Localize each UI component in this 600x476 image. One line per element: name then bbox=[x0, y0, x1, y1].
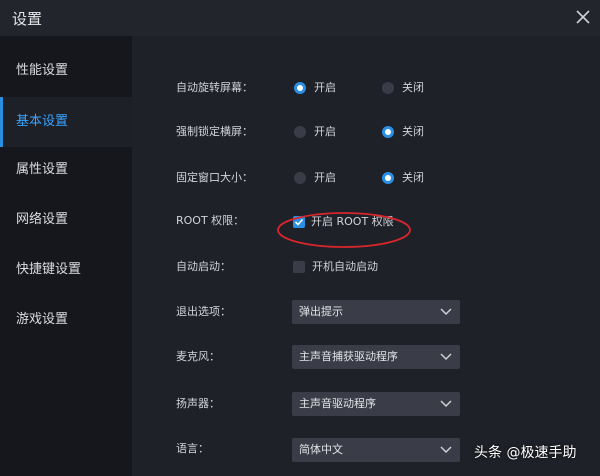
auto-rotate-off-radio[interactable] bbox=[382, 82, 394, 94]
fixed-window-on-label: 开启 bbox=[314, 171, 336, 184]
sidebar: 性能设置 基本设置 属性设置 网络设置 快捷键设置 游戏设置 bbox=[0, 36, 132, 476]
language-value: 简体中文 bbox=[299, 443, 343, 456]
auto-rotate-on-label: 开启 bbox=[314, 81, 336, 94]
chevron-down-icon bbox=[440, 400, 452, 408]
fixed-window-label: 固定窗口大小： bbox=[176, 171, 253, 184]
fixed-window-off-radio[interactable] bbox=[382, 172, 394, 184]
close-icon[interactable] bbox=[572, 6, 594, 28]
force-landscape-on-label: 开启 bbox=[314, 125, 336, 138]
sidebar-item-properties[interactable]: 属性设置 bbox=[0, 145, 132, 195]
exit-option-select[interactable]: 弹出提示 bbox=[292, 300, 460, 324]
exit-option-label: 退出选项： bbox=[176, 305, 231, 318]
title-bar: 设置 bbox=[0, 0, 600, 36]
sidebar-item-game[interactable]: 游戏设置 bbox=[0, 295, 132, 345]
speaker-value: 主声音驱动程序 bbox=[299, 397, 376, 410]
root-label: ROOT 权限： bbox=[176, 214, 245, 227]
auto-rotate-on-radio[interactable] bbox=[294, 82, 306, 94]
language-select[interactable]: 简体中文 bbox=[292, 438, 460, 462]
auto-rotate-off-label: 关闭 bbox=[402, 81, 424, 94]
sidebar-item-shortcuts[interactable]: 快捷键设置 bbox=[0, 245, 132, 295]
microphone-value: 主声音捕获驱动程序 bbox=[299, 350, 398, 363]
autostart-label: 自动启动： bbox=[176, 260, 231, 273]
microphone-label: 麦克风： bbox=[176, 350, 220, 363]
sidebar-item-performance[interactable]: 性能设置 bbox=[0, 46, 132, 96]
chevron-down-icon bbox=[440, 308, 452, 316]
watermark-text: 头条 @极速手助 bbox=[474, 445, 577, 461]
auto-rotate-label: 自动旋转屏幕： bbox=[176, 81, 253, 94]
fixed-window-off-label: 关闭 bbox=[402, 171, 424, 184]
window-title: 设置 bbox=[12, 10, 43, 28]
chevron-down-icon bbox=[440, 353, 452, 361]
autostart-checkbox-label: 开机自动启动 bbox=[312, 260, 378, 273]
sidebar-item-basic[interactable]: 基本设置 bbox=[0, 97, 132, 147]
sidebar-item-network[interactable]: 网络设置 bbox=[0, 195, 132, 245]
settings-panel: 自动旋转屏幕： 开启 关闭 强制锁定横屏： 开启 关闭 固定窗口大小： 开启 关… bbox=[132, 36, 600, 476]
highlight-ellipse bbox=[277, 212, 411, 248]
speaker-label: 扬声器： bbox=[176, 397, 220, 410]
chevron-down-icon bbox=[440, 446, 452, 454]
force-landscape-on-radio[interactable] bbox=[294, 126, 306, 138]
force-landscape-label: 强制锁定横屏： bbox=[176, 125, 253, 138]
force-landscape-off-radio[interactable] bbox=[382, 126, 394, 138]
fixed-window-on-radio[interactable] bbox=[294, 172, 306, 184]
force-landscape-off-label: 关闭 bbox=[402, 125, 424, 138]
autostart-checkbox[interactable] bbox=[293, 261, 305, 273]
speaker-select[interactable]: 主声音驱动程序 bbox=[292, 392, 460, 416]
exit-option-value: 弹出提示 bbox=[299, 305, 343, 318]
microphone-select[interactable]: 主声音捕获驱动程序 bbox=[292, 345, 460, 369]
language-label: 语言： bbox=[176, 442, 209, 455]
